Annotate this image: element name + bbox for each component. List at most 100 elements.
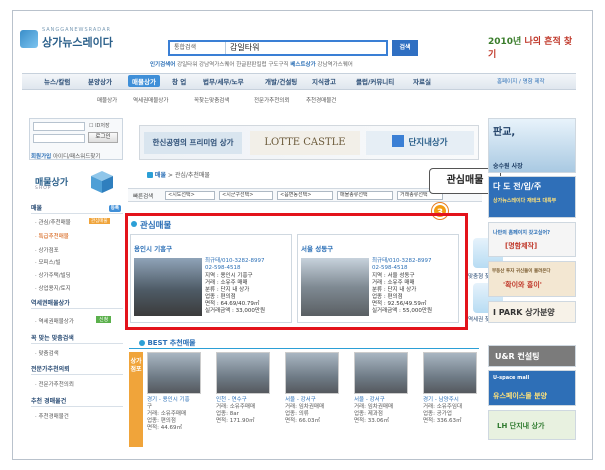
quick-search-label: 빠른검색 [133, 194, 154, 200]
login-password-field[interactable] [33, 134, 85, 143]
popular-keywords-text[interactable]: 강일타워 강남역가스퀘어 한글판판킬럽 구도구직 [177, 62, 289, 68]
logo-icon[interactable] [20, 30, 38, 48]
nav-news[interactable]: 뉴스/칼럼 [44, 76, 70, 86]
ad-hwak-heung[interactable]: 부동산 투자 귀신들이 몰려온다 '확이와 흥이' [488, 261, 576, 297]
nav-startup[interactable]: 창 업 [172, 76, 186, 86]
search-button[interactable]: 검색 [392, 40, 418, 56]
sidebar-item-shop[interactable]: · 상가점포 [35, 246, 59, 254]
ad-unr[interactable]: U&R 컨설팅 [488, 345, 576, 367]
popular-keywords: 인기검색어 강일타워 강남역가스퀘어 한글판판킬럽 구도구직 베스트상가 강남역… [150, 60, 353, 68]
best-line: 면적: 66.03㎡ [285, 418, 320, 424]
sidebar-section-listing[interactable]: 매물 등록 [31, 203, 123, 214]
card-photo[interactable] [134, 258, 202, 316]
sidebar-section-station[interactable]: 역세권매물상가 [31, 298, 123, 309]
promo-hanshin[interactable]: 한신공영의 프리미엄 상가 [144, 132, 242, 154]
popular-keywords-label: 인기검색어 [150, 62, 176, 68]
find-account-link[interactable]: 아이디/패스워드찾기 [53, 154, 100, 160]
sidebar-item-station[interactable]: · 역세권매물상가 [35, 317, 74, 325]
apply-badge[interactable]: 신청 [96, 316, 112, 323]
search-input[interactable]: 감일타워 [230, 42, 259, 54]
best-line[interactable]: 인천 - 연수구 [216, 397, 247, 404]
best-line[interactable]: 서울 - 강서구 [285, 397, 316, 404]
subnav-station[interactable]: 역세권매물상가 [133, 96, 168, 104]
ad-investment[interactable]: 다 도 전/입/주 상가뉴스레이다 재테크 대특부 [488, 176, 576, 218]
promo-complex-label: 단지내상가 [408, 138, 448, 148]
sidebar-item-expert[interactable]: · 전문가추천의뢰 [35, 380, 74, 388]
best-line: 면적: 171.90㎡ [216, 418, 255, 424]
select-property-type[interactable]: 매물종류선택 [337, 191, 393, 200]
best-line: 거래: 임차권매매 [285, 404, 325, 410]
best-photo[interactable] [423, 352, 477, 394]
subnav-listing[interactable]: 매물상가 [97, 96, 117, 104]
logo-title[interactable]: 상가뉴스레이다 [42, 34, 113, 50]
select-district[interactable]: <시군구선택> [219, 191, 273, 200]
best-line[interactable]: 경기 - 용인시 기흥 [147, 397, 190, 404]
building-icon [392, 135, 405, 147]
best-shop-text[interactable]: 강남역가스퀘어 [317, 62, 352, 68]
card-area[interactable]: 서울 성동구 [301, 243, 333, 253]
card-contact: 최규태/010-3282-8997 [205, 258, 265, 264]
promo-complex[interactable]: 단지내상가 [366, 131, 474, 155]
best-photo[interactable] [216, 352, 270, 394]
sidebar-item-office[interactable]: · 모피스/빌 [35, 258, 61, 266]
sidebar-item-auction[interactable]: · 추천경매물건 [35, 412, 69, 420]
ad-pangyo-sub: 숭수원 사장 [493, 163, 523, 170]
ad-homepage-title: 나만의 홈페이지 갖고싶어? [493, 230, 550, 236]
best-photo[interactable] [285, 352, 339, 394]
register-badge[interactable]: 등록 [108, 205, 121, 212]
subnav-custom[interactable]: 꼭찾는맞춤검색 [194, 96, 229, 104]
card-area[interactable]: 용인시 기흥구 [134, 243, 172, 253]
breadcrumb-home[interactable]: 매물 [155, 172, 166, 179]
card-photo[interactable] [301, 258, 369, 316]
sidebar-section-auction[interactable]: 추천 경매물건 [31, 396, 123, 407]
sidebar-item-land[interactable]: · 상업용지/토지 [35, 284, 71, 292]
login-id-field[interactable] [33, 122, 85, 131]
sidebar-section-custom[interactable]: 꼭 맞는 맞춤검색 [31, 333, 123, 344]
best-photo[interactable] [354, 352, 408, 394]
subnav-auction[interactable]: 추천경매물건 [306, 96, 336, 104]
sidebar-item-building[interactable]: · 상가주택/빌딩 [35, 271, 71, 279]
best-line[interactable]: 서울 - 강서구 [354, 397, 385, 404]
sidebar-item-custom[interactable]: · 맞춤검색 [35, 349, 59, 357]
nav-legal[interactable]: 법무/세무/노무 [203, 76, 244, 86]
select-city[interactable]: <시도선택> [165, 191, 215, 200]
card-size: 면적 : 64.69/40.79㎡ [205, 301, 260, 307]
home-icon [147, 172, 153, 178]
sidebar-item-interest[interactable]: · 관심/추천매물 [35, 218, 71, 226]
nav-listing[interactable]: 매물상가 [128, 75, 160, 87]
breadcrumb-sep: > [165, 172, 175, 179]
join-link[interactable]: 회원가입 [31, 154, 51, 160]
building-cube-icon [91, 171, 113, 193]
nav-ads[interactable]: 지식광고 [312, 76, 336, 86]
sidebar-section-expert[interactable]: 전문가추천의뢰 [31, 364, 123, 375]
ad-ipark[interactable]: I PARK 상가분양 [488, 301, 576, 323]
best-line: 면적: 44.69㎡ [147, 425, 182, 431]
nav-presale[interactable]: 분양상가 [88, 76, 112, 86]
nav-development[interactable]: 개발/건설팅 [265, 76, 297, 86]
nav-archive[interactable]: 자료실 [413, 76, 431, 86]
ad-homepage-sub: [명함제작] [505, 242, 538, 250]
ad-uspace[interactable]: U-space mall 유스페이스몰 분양 [488, 370, 576, 406]
best-line: 업종: 8ar [216, 411, 239, 417]
best-line[interactable]: 경기 - 남양주시 [423, 397, 459, 404]
best-photo[interactable] [147, 352, 201, 394]
best-line: 업종: 공가업 [423, 411, 452, 417]
best-side-tab[interactable]: 상가점포 [129, 352, 143, 447]
ad-unr-title: U&R 컨설팅 [495, 352, 540, 361]
sidebar-item-premium[interactable]: · 특급추천매물 [35, 232, 69, 240]
id-save-checkbox[interactable]: ☐ ID저장 [89, 122, 110, 129]
ad-homepage[interactable]: 나만의 홈페이지 갖고싶어? [명함제작] [488, 222, 576, 257]
nav-homepage-link[interactable]: 홈페이지 / 명함 제작 [497, 77, 545, 85]
nav-community[interactable]: 클럽/커뮤니티 [356, 76, 394, 86]
card-category: 분류 : 단지 내 상가 [205, 287, 250, 293]
sidebar-section-label: 매물 [31, 205, 43, 212]
ad-pangyo[interactable]: 판교, 숭수원 사장 [488, 118, 576, 173]
select-town[interactable]: <읍면동선택> [277, 191, 333, 200]
event-banner[interactable]: 2010년 나의 흔적 찾기 [488, 34, 578, 60]
ad-lh[interactable]: LH 단지내 상가 [488, 410, 576, 440]
card-deal: 거래 : 소유주 매매 [205, 280, 248, 286]
subnav-expert[interactable]: 전문가추천의뢰 [254, 96, 289, 104]
promo-lotte[interactable]: LOTTE CASTLE [250, 131, 360, 155]
search-category-select[interactable]: 통합검색 [170, 42, 226, 54]
login-button[interactable]: 로그인 [88, 132, 118, 143]
